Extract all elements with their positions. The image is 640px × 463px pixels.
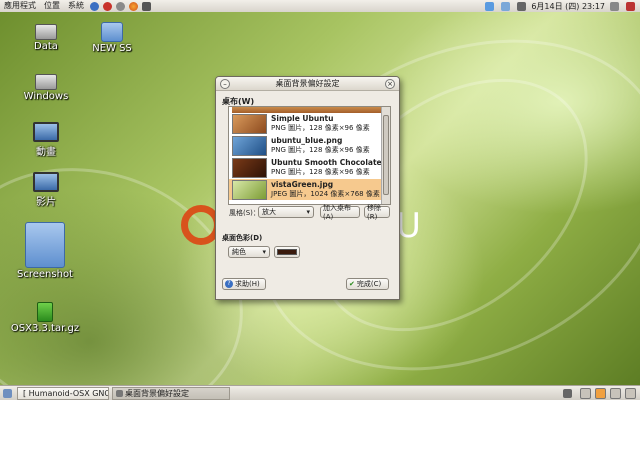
bottom-panel: [ Humanoid-OSX GNOM… 桌面背景偏好設定	[0, 385, 640, 400]
wallpaper-name: Simple Ubuntu	[271, 114, 334, 123]
desktop-icon-data[interactable]: Data	[26, 24, 66, 52]
wallpaper-thumbnail	[232, 135, 267, 156]
desktop-icon-animation[interactable]: 動畫	[26, 122, 66, 158]
menu-system[interactable]: 系統	[64, 0, 88, 12]
window-title: 桌面背景偏好設定	[275, 79, 340, 88]
drive-icon	[35, 24, 57, 40]
firefox-launcher-icon[interactable]	[129, 1, 138, 11]
workspace-4[interactable]	[625, 387, 636, 399]
disk-launcher-icon[interactable]	[116, 1, 125, 11]
close-icon[interactable]: ×	[385, 79, 395, 89]
chevron-down-icon: ▾	[306, 208, 310, 216]
wallpaper-name: ubuntu_blue.png	[271, 136, 343, 145]
list-item[interactable]: ubuntu_blue.png PNG 圖片，128 像素×96 像素	[229, 135, 390, 157]
menu-places[interactable]: 位置	[40, 0, 64, 12]
weather-icon[interactable]	[610, 1, 619, 11]
wallpaper-info: JPEG 圖片，1024 像素×768 像素	[271, 190, 380, 198]
remove-button[interactable]: 移除(R)	[364, 204, 390, 221]
workspace-2[interactable]	[595, 387, 606, 399]
taskbar-item-label: 桌面背景偏好設定	[125, 388, 189, 398]
close-done-button[interactable]: ✔ 完成(C)	[346, 278, 389, 290]
style-select[interactable]: 放大 ▾	[258, 206, 314, 218]
desktop-icon-osx-archive[interactable]: OSX3.3.tar.gz	[10, 302, 80, 334]
list-item-selected[interactable]: vistaGreen.jpg JPEG 圖片，1024 像素×768 像素	[229, 179, 390, 201]
add-wallpaper-button[interactable]: 加入桌布(A)	[320, 204, 360, 221]
no-entry-launcher-icon[interactable]	[103, 1, 112, 11]
close-button-label: 完成(C)	[356, 280, 382, 288]
folder-icon	[101, 22, 123, 42]
taskbar-item[interactable]: [ Humanoid-OSX GNOM…	[17, 386, 109, 400]
style-select-value: 放大	[262, 208, 276, 216]
wallpaper-thumbnail	[232, 157, 267, 178]
desktop-icon-movies[interactable]: 影片	[26, 172, 66, 208]
workspace-1[interactable]	[580, 387, 591, 399]
clock[interactable]: 6月14日 (四) 23:17	[531, 1, 605, 12]
help-icon: ?	[225, 280, 233, 288]
wallpaper-info: PNG 圖片，128 像素×96 像素	[271, 124, 370, 132]
checkmark-icon: ✔	[349, 280, 355, 288]
help-button[interactable]: ? 求助(H)	[222, 278, 266, 290]
volume-icon[interactable]	[517, 1, 527, 11]
display-icon[interactable]	[501, 1, 511, 11]
color-section-label: 桌面色彩(D)	[222, 234, 263, 242]
show-desktop-icon[interactable]	[3, 388, 12, 398]
list-scrollbar[interactable]	[381, 107, 390, 204]
color-mode-value: 純色	[232, 248, 246, 256]
menu-applications[interactable]: 應用程式	[0, 0, 40, 12]
network-icon[interactable]	[485, 1, 495, 11]
trash-icon[interactable]	[563, 388, 572, 398]
style-label: 風格(S)：	[229, 209, 260, 217]
wallpaper-name: vistaGreen.jpg	[271, 180, 334, 189]
color-mode-select[interactable]: 純色 ▾	[228, 246, 270, 258]
workspace-3[interactable]	[610, 387, 621, 399]
taskbar-item-label: [ Humanoid-OSX GNOM…	[23, 388, 108, 398]
drive-icon	[35, 74, 57, 90]
system-tray: 6月14日 (四) 23:17	[483, 1, 640, 12]
window-menu-icon[interactable]: –	[220, 79, 230, 89]
wallpaper-thumbnail	[232, 179, 267, 200]
color-picker-button[interactable]	[274, 246, 300, 258]
wallpaper-list[interactable]: Simple Ubuntu PNG 圖片，128 像素×96 像素 ubuntu_…	[228, 106, 391, 205]
folder-icon	[25, 222, 65, 268]
help-button-label: 求助(H)	[235, 280, 260, 288]
scrollbar-thumb[interactable]	[383, 115, 389, 195]
wallpaper-name: Ubuntu Smooth Chocolate	[271, 158, 382, 167]
color-swatch	[277, 249, 297, 255]
archive-icon	[37, 302, 53, 322]
taskbar-item-active[interactable]: 桌面背景偏好設定	[112, 386, 230, 400]
power-icon[interactable]	[626, 1, 635, 11]
wallpaper-thumbnail	[232, 113, 267, 134]
window-icon	[116, 389, 123, 397]
wallpaper-info: PNG 圖片，128 像素×96 像素	[271, 146, 370, 154]
video-folder-icon	[33, 122, 59, 142]
help-launcher-icon[interactable]	[90, 1, 99, 11]
desktop-icon-new-ss[interactable]: NEW SS	[88, 22, 136, 54]
terminal-launcher-icon[interactable]	[142, 1, 151, 11]
desktop-icon-windows[interactable]: Windows	[22, 74, 70, 102]
list-item[interactable]: Simple Ubuntu PNG 圖片，128 像素×96 像素	[229, 113, 390, 135]
chevron-down-icon: ▾	[262, 248, 266, 256]
video-folder-icon	[33, 172, 59, 192]
window-titlebar[interactable]: – 桌面背景偏好設定 ×	[216, 77, 399, 91]
list-item[interactable]: Ubuntu Smooth Chocolate PNG 圖片，128 像素×96 …	[229, 157, 390, 179]
desktop-icon-screenshot[interactable]: Screenshot	[14, 222, 76, 280]
wallpaper-info: PNG 圖片，128 像素×96 像素	[271, 168, 370, 176]
